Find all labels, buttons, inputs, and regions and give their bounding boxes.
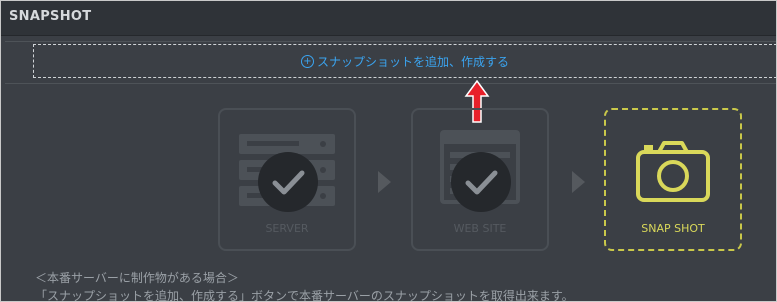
camera-icon [636,141,710,202]
step-server: SERVER [218,108,356,251]
chevron-right-icon [572,171,585,193]
add-snapshot-label: スナップショットを追加、作成する [316,54,509,69]
panel-title: SNAPSHOT [9,9,92,24]
step-server-label: SERVER [265,222,309,235]
step-snapshot-label: SNAP SHOT [641,222,705,235]
step-website-label: WEB SITE [453,222,507,235]
checkmark-icon [272,170,305,195]
add-snapshot-area: + スナップショットを追加、作成する [5,41,776,84]
help-note-heading: ＜本番サーバーに制作物がある場合＞ [35,271,239,285]
help-note-text: 「スナップショットを追加、作成する」ボタンで本番サーバーのスナップショットを取得… [35,289,574,302]
add-snapshot-button[interactable]: + スナップショットを追加、作成する [33,44,776,78]
step-snapshot[interactable]: SNAP SHOT [604,108,742,251]
checkmark-badge [451,152,511,212]
checkmark-badge [258,152,318,212]
panel-header: SNAPSHOT [1,1,776,36]
chevron-right-icon [378,171,391,193]
step-website: WEB SITE [411,108,549,251]
snapshot-panel: SNAPSHOT + スナップショットを追加、作成する SERVER WEB S… [0,0,777,302]
checkmark-icon [465,170,498,195]
plus-circle-icon: + [300,54,314,68]
help-note: ＜本番サーバーに制作物がある場合＞ 「スナップショットを追加、作成する」ボタンで… [35,269,574,302]
